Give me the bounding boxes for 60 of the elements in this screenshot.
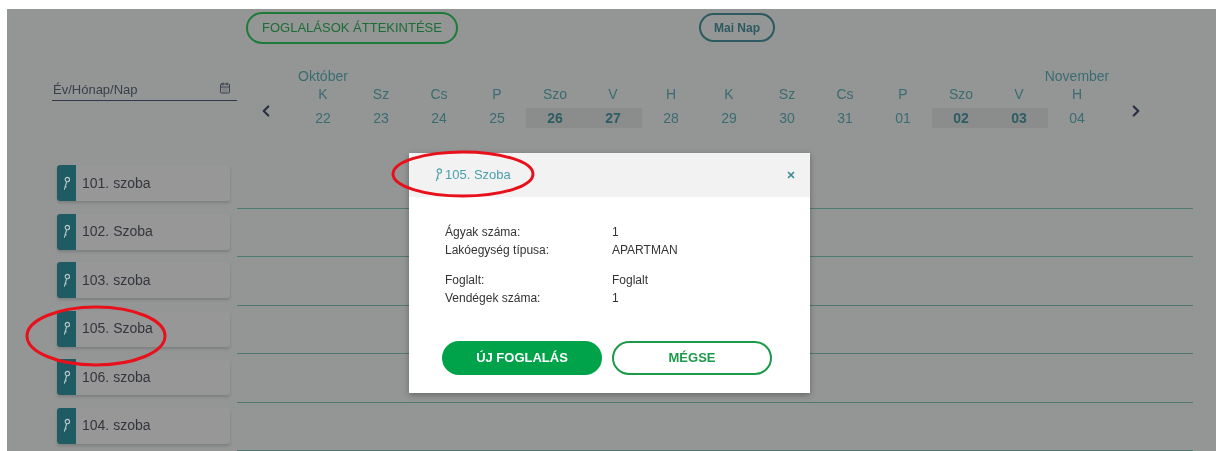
key-icon <box>63 272 70 288</box>
key-icon <box>63 175 70 191</box>
date-cell[interactable]: 22 <box>294 108 352 128</box>
key-icon <box>63 224 70 239</box>
weekday-label: P <box>492 85 502 103</box>
date-cell[interactable]: 26 <box>526 108 584 128</box>
detail-label: Lakóegység típusa: <box>445 242 551 259</box>
room-button[interactable]: 106. szoba <box>57 359 230 395</box>
date-cell[interactable]: 25 <box>468 108 526 128</box>
detail-label: Vendégek száma: <box>445 290 542 307</box>
close-button[interactable] <box>786 170 796 180</box>
room-button[interactable]: 101. szoba <box>57 165 230 201</box>
weekday-label: Szo <box>948 85 974 103</box>
today-button[interactable]: Mai Nap <box>699 13 775 42</box>
weekday-label: P <box>898 85 908 103</box>
weekday-label: H <box>665 85 677 103</box>
date-cell[interactable]: 04 <box>1048 108 1106 128</box>
date-cell[interactable]: 23 <box>352 108 410 128</box>
date-field[interactable]: Év/Hónap/Nap <box>52 79 237 101</box>
new-booking-button[interactable]: ÚJ FOGLALÁS <box>442 341 602 375</box>
weekday-label: H <box>1071 85 1083 103</box>
detail-value: APARTMAN <box>612 242 678 259</box>
weekday-label: V <box>608 85 618 103</box>
weekday-label: Szo <box>542 85 568 103</box>
detail-value: 1 <box>612 290 619 307</box>
date-cell[interactable]: 27 <box>584 108 642 128</box>
weekday-label: Sz <box>778 85 796 103</box>
date-cell[interactable]: 29 <box>700 108 758 128</box>
weekday-label: K <box>318 85 328 103</box>
cancel-button[interactable]: MÉGSE <box>612 341 772 375</box>
dialog-title: 105. Szoba <box>445 166 511 185</box>
weekday-label: Sz <box>372 85 390 103</box>
key-icon <box>63 418 70 433</box>
detail-value: 1 <box>612 224 619 241</box>
date-cell[interactable]: 24 <box>410 108 468 128</box>
close-icon <box>786 170 796 180</box>
detail-label: Ágyak száma: <box>445 223 522 241</box>
key-icon <box>63 321 70 336</box>
room-button[interactable]: 102. Szoba <box>57 213 230 250</box>
date-cell[interactable]: 30 <box>758 108 816 128</box>
calendar-icon <box>219 82 231 94</box>
month-label: Október <box>298 68 348 84</box>
key-icon <box>63 369 70 385</box>
date-cell[interactable]: 02 <box>932 108 990 128</box>
room-button[interactable]: 103. szoba <box>57 262 230 298</box>
date-cell[interactable]: 01 <box>874 108 932 128</box>
weekday-label: Cs <box>430 85 448 103</box>
weekday-label: V <box>1014 85 1024 103</box>
detail-value: Foglalt <box>612 272 649 289</box>
room-button[interactable]: 104. szoba <box>57 407 230 444</box>
overview-button[interactable]: FOGLALÁSOK ÁTTEKINTÉSE <box>246 12 458 44</box>
date-cell[interactable]: 31 <box>816 108 874 128</box>
detail-label: Foglalt: <box>445 272 486 289</box>
key-icon <box>435 168 442 182</box>
month-label: November <box>1044 68 1110 84</box>
date-cell[interactable]: 28 <box>642 108 700 128</box>
date-cell[interactable]: 03 <box>990 108 1048 128</box>
weekday-label: Cs <box>836 85 854 103</box>
room-button[interactable]: 105. Szoba <box>57 310 230 347</box>
weekday-label: K <box>724 85 734 103</box>
